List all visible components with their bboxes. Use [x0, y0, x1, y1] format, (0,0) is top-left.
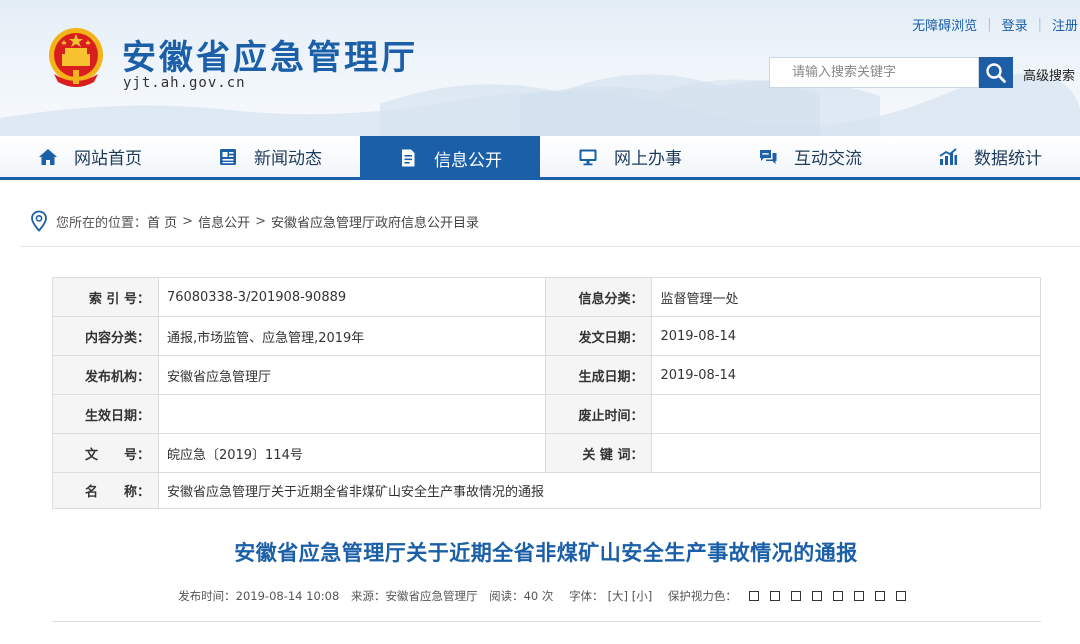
- color-swatch[interactable]: [748, 591, 759, 601]
- nav-info-public[interactable]: 信息公开: [360, 136, 540, 180]
- divider: [20, 246, 1080, 247]
- nav-label: 网上办事: [614, 149, 682, 169]
- color-swatch[interactable]: [874, 591, 885, 601]
- index-label: 索 引 号：: [52, 277, 159, 317]
- chart-icon: [939, 147, 957, 165]
- table-row: 文 号： 皖应急〔2019〕114号 关 键 词：: [52, 433, 1041, 473]
- nav-label: 新闻动态: [254, 149, 322, 169]
- site-title: 安徽省应急管理厅: [122, 38, 418, 78]
- separator: |: [987, 17, 992, 32]
- nav-statistics[interactable]: 数据统计: [900, 136, 1080, 177]
- effective-date-value: [157, 394, 546, 434]
- keywords-label: 关 键 词：: [544, 433, 653, 473]
- search-button[interactable]: [979, 57, 1013, 88]
- issue-date-value: 2019-08-14: [651, 316, 1041, 356]
- view-count: 阅读：40 次: [489, 589, 554, 603]
- effective-date-label: 生效日期：: [52, 394, 159, 434]
- breadcrumb-separator: >: [255, 213, 266, 229]
- created-date-value: 2019-08-14: [651, 355, 1041, 395]
- table-row: 名 称： 安徽省应急管理厅关于近期全省非煤矿山安全生产事故情况的通报: [52, 472, 1042, 509]
- repeal-date-label: 废止时间：: [544, 394, 653, 434]
- content-category-value: 通报,市场监管、应急管理,2019年: [157, 316, 546, 356]
- breadcrumb: 您所在的位置： 首 页 > 信息公开 > 安徽省应急管理厅政府信息公开目录: [30, 210, 479, 232]
- issue-date-label: 发文日期：: [544, 316, 653, 356]
- category-label: 信息分类：: [544, 277, 653, 317]
- breadcrumb-info-public[interactable]: 信息公开: [198, 212, 250, 231]
- document-number-label: 文 号：: [52, 433, 159, 473]
- publish-time: 发布时间：2019-08-14 10:08: [178, 589, 340, 603]
- location-pin-icon: [31, 210, 47, 232]
- login-link[interactable]: 登录: [1002, 15, 1028, 34]
- top-links: 无障碍浏览 | 登录 | 注册: [912, 15, 1078, 34]
- color-swatch[interactable]: [832, 591, 843, 601]
- newspaper-icon: [220, 148, 236, 165]
- nav-label: 网站首页: [74, 149, 142, 169]
- table-row: 索 引 号： 76080338-3/201908-90889 信息分类： 监督管…: [52, 277, 1041, 317]
- color-swatch[interactable]: [895, 591, 906, 601]
- nav-interaction[interactable]: 互动交流: [720, 136, 900, 177]
- color-swatch[interactable]: [769, 591, 780, 601]
- index-value: 76080338-3/201908-90889: [157, 277, 546, 317]
- search-input[interactable]: [769, 57, 979, 88]
- main-nav: 网站首页 新闻动态 信息公开 网上办事 互动交流 数据统计: [0, 136, 1080, 180]
- search-icon: [986, 62, 1006, 83]
- table-row: 发布机构： 安徽省应急管理厅 生成日期： 2019-08-14: [52, 355, 1041, 395]
- color-swatch[interactable]: [811, 591, 822, 601]
- font-size-label: 字体：: [569, 589, 604, 603]
- breadcrumb-separator: >: [182, 213, 194, 229]
- home-icon: [39, 148, 57, 165]
- repeal-date-value: [651, 394, 1041, 434]
- nav-home[interactable]: 网站首页: [0, 136, 180, 177]
- site-header: 安徽省应急管理厅 yjt.ah.gov.cn 无障碍浏览 | 登录 | 注册 高…: [0, 0, 1080, 136]
- nav-label: 信息公开: [434, 150, 502, 171]
- table-row: 内容分类： 通报,市场监管、应急管理,2019年 发文日期： 2019-08-1…: [52, 316, 1041, 356]
- eye-protection-control: 保护视力色：: [664, 589, 914, 603]
- separator: |: [1037, 17, 1042, 32]
- publisher-value: 安徽省应急管理厅: [157, 355, 546, 395]
- site-domain: yjt.ah.gov.cn: [123, 75, 246, 91]
- color-swatch[interactable]: [790, 591, 801, 601]
- eye-protection-label: 保护视力色：: [667, 589, 737, 603]
- document-icon: [402, 149, 415, 167]
- nav-online-service[interactable]: 网上办事: [540, 136, 720, 177]
- article-meta: 发布时间：2019-08-14 10:08 来源：安徽省应急管理厅 阅读：40 …: [0, 588, 1080, 604]
- nav-news[interactable]: 新闻动态: [180, 136, 360, 177]
- breadcrumb-prefix: 您所在的位置：: [56, 215, 148, 231]
- content-category-label: 内容分类：: [52, 316, 159, 356]
- color-swatch[interactable]: [853, 591, 864, 601]
- accessibility-link[interactable]: 无障碍浏览: [912, 15, 977, 34]
- divider: [52, 621, 1041, 622]
- created-date-label: 生成日期：: [544, 355, 653, 395]
- document-name-label: 名 称：: [52, 472, 159, 509]
- nav-label: 数据统计: [974, 149, 1042, 169]
- publisher-label: 发布机构：: [52, 355, 159, 395]
- document-info-table: 索 引 号： 76080338-3/201908-90889 信息分类： 监督管…: [52, 277, 1042, 509]
- breadcrumb-home[interactable]: 首 页: [147, 212, 177, 231]
- font-size-control: 字体： [大] [小]: [565, 589, 652, 603]
- chat-icon: [760, 149, 777, 164]
- document-number-value: 皖应急〔2019〕114号: [157, 433, 546, 473]
- breadcrumb-catalog[interactable]: 安徽省应急管理厅政府信息公开目录: [271, 212, 479, 231]
- font-small-button[interactable]: [小]: [632, 589, 652, 603]
- font-large-button[interactable]: [大]: [608, 589, 628, 603]
- keywords-value: [651, 433, 1041, 473]
- national-emblem-icon: [49, 28, 103, 87]
- category-value: 监督管理一处: [651, 277, 1041, 317]
- document-name-value: 安徽省应急管理厅关于近期全省非煤矿山安全生产事故情况的通报: [157, 472, 1042, 509]
- monitor-icon: [579, 149, 597, 165]
- register-link[interactable]: 注册: [1052, 15, 1078, 34]
- advanced-search-link[interactable]: 高级搜索: [1023, 65, 1075, 84]
- nav-label: 互动交流: [794, 149, 862, 169]
- table-row: 生效日期： 废止时间：: [52, 394, 1041, 434]
- color-swatches: [745, 591, 910, 601]
- article-title: 安徽省应急管理厅关于近期全省非煤矿山安全生产事故情况的通报: [234, 541, 858, 565]
- article-source: 来源：安徽省应急管理厅: [350, 589, 478, 603]
